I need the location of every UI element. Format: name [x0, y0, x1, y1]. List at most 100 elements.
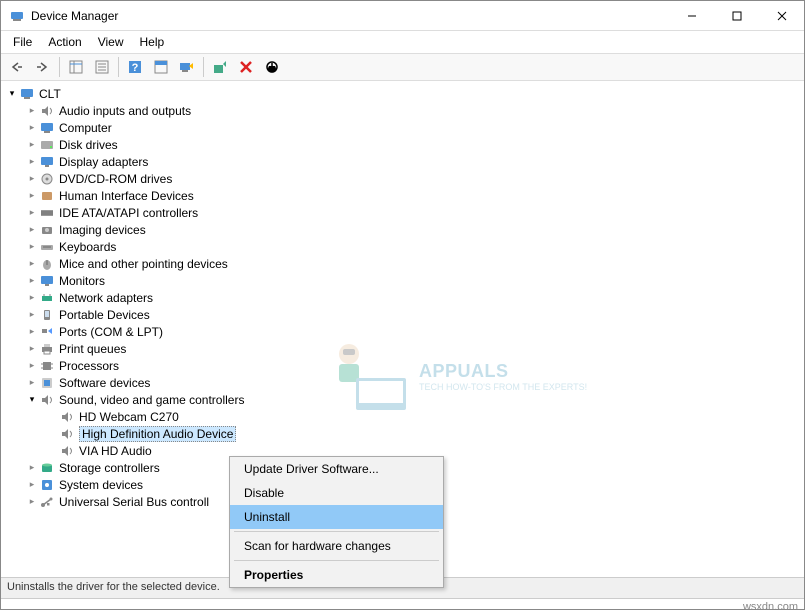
scan-hardware-button[interactable] — [175, 56, 199, 78]
menu-view[interactable]: View — [92, 33, 130, 51]
tree-category[interactable]: Print queues — [1, 340, 804, 357]
tree-category[interactable]: Monitors — [1, 272, 804, 289]
tree-category-label: Processors — [59, 359, 119, 373]
menu-file[interactable]: File — [7, 33, 38, 51]
tree-category[interactable]: Sound, video and game controllers — [1, 391, 804, 408]
disable-button[interactable] — [260, 56, 284, 78]
context-menu-item[interactable]: Uninstall — [230, 505, 443, 529]
window-controls — [669, 1, 804, 30]
tree-device-label: VIA HD Audio — [79, 444, 152, 458]
category-icon — [39, 154, 55, 170]
tree-category[interactable]: Mice and other pointing devices — [1, 255, 804, 272]
expand-icon[interactable] — [25, 309, 39, 320]
context-menu: Update Driver Software...DisableUninstal… — [229, 456, 444, 588]
tree-category[interactable]: DVD/CD-ROM drives — [1, 170, 804, 187]
tree-category[interactable]: Network adapters — [1, 289, 804, 306]
tree-category[interactable]: Processors — [1, 357, 804, 374]
tree-category-label: Mice and other pointing devices — [59, 257, 228, 271]
category-icon — [39, 290, 55, 306]
tree-category[interactable]: Ports (COM & LPT) — [1, 323, 804, 340]
back-button[interactable] — [5, 56, 29, 78]
expand-icon[interactable] — [25, 360, 39, 371]
tree-category[interactable]: Computer — [1, 119, 804, 136]
expand-icon[interactable] — [25, 275, 39, 286]
computer-icon — [19, 86, 35, 102]
category-icon — [39, 494, 55, 510]
tree-category[interactable]: IDE ATA/ATAPI controllers — [1, 204, 804, 221]
tree-root-label: CLT — [39, 87, 61, 101]
device-icon — [59, 409, 75, 425]
tree-device[interactable]: High Definition Audio Device — [1, 425, 804, 442]
tree-category-label: Network adapters — [59, 291, 153, 305]
toolbar: ? — [1, 53, 804, 81]
tree-category[interactable]: Imaging devices — [1, 221, 804, 238]
tree-category[interactable]: Display adapters — [1, 153, 804, 170]
tree-root[interactable]: CLT — [1, 85, 804, 102]
category-icon — [39, 137, 55, 153]
tree-category-label: Computer — [59, 121, 112, 135]
maximize-button[interactable] — [714, 1, 759, 30]
window-title: Device Manager — [31, 9, 669, 23]
menu-help[interactable]: Help — [134, 33, 171, 51]
category-icon — [39, 477, 55, 493]
tree-category-label: Imaging devices — [59, 223, 146, 237]
expand-icon[interactable] — [25, 258, 39, 269]
tree-category[interactable]: Human Interface Devices — [1, 187, 804, 204]
expand-icon[interactable] — [25, 326, 39, 337]
tree-category-label: Audio inputs and outputs — [59, 104, 191, 118]
context-menu-separator — [234, 560, 439, 561]
category-icon — [39, 222, 55, 238]
action-button[interactable] — [149, 56, 173, 78]
expand-icon[interactable] — [25, 377, 39, 388]
menubar: File Action View Help — [1, 31, 804, 53]
expand-icon[interactable] — [25, 105, 39, 116]
tree-category[interactable]: Audio inputs and outputs — [1, 102, 804, 119]
device-icon — [59, 443, 75, 459]
expand-icon[interactable] — [25, 224, 39, 235]
tree-category[interactable]: Portable Devices — [1, 306, 804, 323]
expand-icon[interactable] — [25, 207, 39, 218]
expand-icon[interactable] — [25, 479, 39, 490]
tree-device[interactable]: HD Webcam C270 — [1, 408, 804, 425]
tree-device-label: High Definition Audio Device — [79, 426, 236, 442]
update-driver-button[interactable] — [208, 56, 232, 78]
uninstall-button[interactable] — [234, 56, 258, 78]
category-icon — [39, 341, 55, 357]
device-icon — [59, 426, 75, 442]
tree-category-label: IDE ATA/ATAPI controllers — [59, 206, 198, 220]
expand-icon[interactable] — [25, 122, 39, 133]
category-icon — [39, 120, 55, 136]
help-button[interactable]: ? — [123, 56, 147, 78]
expand-icon[interactable] — [25, 241, 39, 252]
expand-icon[interactable] — [25, 139, 39, 150]
context-menu-item[interactable]: Scan for hardware changes — [230, 534, 443, 558]
expand-icon[interactable] — [25, 343, 39, 354]
context-menu-item[interactable]: Disable — [230, 481, 443, 505]
expand-icon[interactable] — [5, 88, 19, 99]
expand-icon[interactable] — [25, 496, 39, 507]
tree-category[interactable]: Software devices — [1, 374, 804, 391]
minimize-button[interactable] — [669, 1, 714, 30]
tree-device-label: HD Webcam C270 — [79, 410, 179, 424]
forward-button[interactable] — [31, 56, 55, 78]
expand-icon[interactable] — [25, 292, 39, 303]
tree-category-label: Universal Serial Bus controll — [59, 495, 209, 509]
show-hide-tree-button[interactable] — [64, 56, 88, 78]
properties-button[interactable] — [90, 56, 114, 78]
tree-category[interactable]: Disk drives — [1, 136, 804, 153]
category-icon — [39, 460, 55, 476]
category-icon — [39, 171, 55, 187]
menu-action[interactable]: Action — [42, 33, 87, 51]
close-button[interactable] — [759, 1, 804, 30]
expand-icon[interactable] — [25, 462, 39, 473]
expand-icon[interactable] — [25, 394, 39, 405]
tree-category-label: Ports (COM & LPT) — [59, 325, 163, 339]
expand-icon[interactable] — [25, 156, 39, 167]
footer-attribution: wsxdn.com — [1, 599, 804, 615]
context-menu-item[interactable]: Update Driver Software... — [230, 457, 443, 481]
tree-category-label: Storage controllers — [59, 461, 160, 475]
context-menu-item[interactable]: Properties — [230, 563, 443, 587]
tree-category[interactable]: Keyboards — [1, 238, 804, 255]
expand-icon[interactable] — [25, 173, 39, 184]
expand-icon[interactable] — [25, 190, 39, 201]
